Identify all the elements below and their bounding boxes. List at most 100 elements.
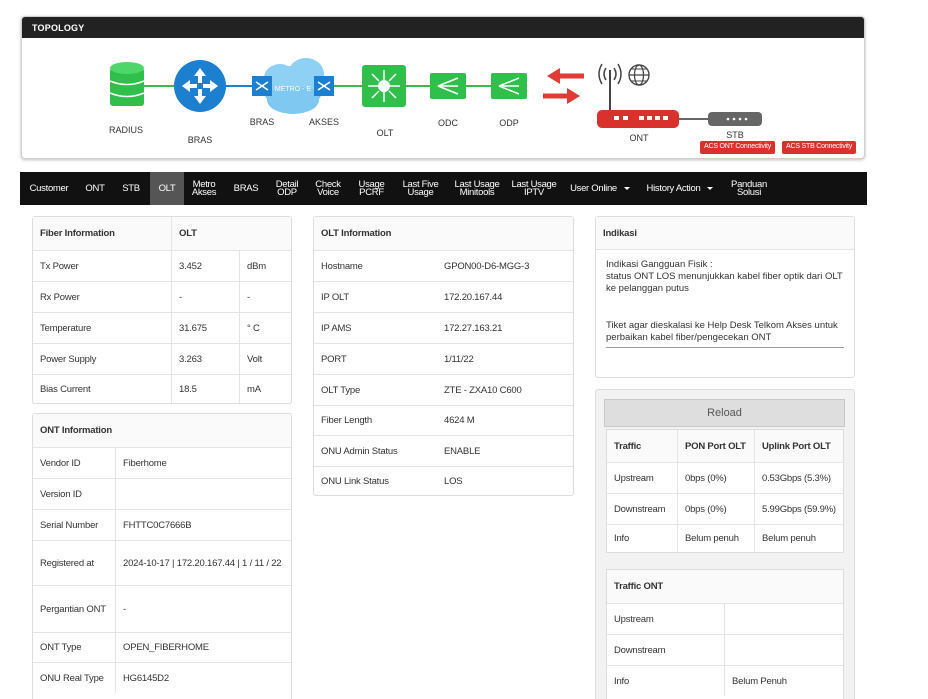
fiber-label: Power Supply xyxy=(40,353,97,365)
indikasi-header: Indikasi xyxy=(596,217,854,250)
chevron-down-icon xyxy=(623,187,630,190)
indikasi-panel: Indikasi Indikasi Gangguan Fisik : statu… xyxy=(595,216,855,378)
table-row: IP OLT 172.20.167.44 xyxy=(314,281,573,312)
olt-value: 172.20.167.44 xyxy=(444,291,503,303)
node-label-bras: BRAS xyxy=(188,135,213,145)
ont-label: ONU Real Type xyxy=(40,672,104,684)
traffic-header-uplink: Uplink Port OLT xyxy=(754,430,843,462)
table-row: IP AMS 172.27.163.21 xyxy=(314,312,573,343)
node-label-stb: STB xyxy=(726,130,744,140)
indikasi-line-3: Tiket agar dieskalasi ke Help Desk Telko… xyxy=(606,320,844,348)
olt-value: GPON00-D6-MGG-3 xyxy=(444,260,530,272)
table-row: Downstream xyxy=(607,634,843,665)
ont-label: Pergantian ONT xyxy=(40,603,106,615)
history-action-label: History Action xyxy=(646,182,701,194)
node-label-olt: OLT xyxy=(377,128,394,138)
ont-label: Vendor ID xyxy=(40,457,81,469)
table-row: Serial Number FHTTC0C7666B xyxy=(33,509,291,540)
table-row: Upstream 0bps (0%) 0.53Gbps (5.3%) xyxy=(607,462,843,493)
stb-icon xyxy=(708,112,762,126)
olt-header-label: OLT Information xyxy=(321,228,392,239)
fiber-value: 3.452 xyxy=(171,251,239,281)
indikasi-title: Indikasi xyxy=(603,227,637,239)
traffic-uplink-value: Belum penuh xyxy=(754,525,843,552)
table-row: Temperature 31.675 ° C xyxy=(33,312,291,343)
indikasi-body: Indikasi Gangguan Fisik : status ONT LOS… xyxy=(596,250,854,348)
olt-label: Fiber Length xyxy=(321,415,372,426)
ont-header-label: ONT Information xyxy=(40,425,112,436)
topology-title: TOPOLOGY xyxy=(22,17,864,38)
wifi-icon xyxy=(598,63,622,110)
traffic-ont-label: Downstream xyxy=(614,644,666,656)
table-row: Version ID xyxy=(33,478,291,509)
tab-usage-pcrf[interactable]: Usage PCRF xyxy=(350,172,393,205)
traffic-ont-value xyxy=(724,604,843,634)
traffic-ont-label: Info xyxy=(614,675,630,687)
traffic-ont-table: Traffic ONT Upstream Downstream Info Bel… xyxy=(606,569,844,699)
traffic-table-header: Traffic PON Port OLT Uplink Port OLT xyxy=(607,430,843,462)
history-action-dropdown[interactable]: History Action xyxy=(638,172,722,205)
chevron-down-icon xyxy=(707,187,714,190)
tab-last-five-usage[interactable]: Last Five Usage xyxy=(393,172,448,205)
acs-stb-connectivity-button[interactable]: ACS STB Connectivity xyxy=(782,141,857,154)
fiber-unit: ° C xyxy=(239,313,291,343)
globe-icon xyxy=(628,64,650,86)
acs-ont-connectivity-button[interactable]: ACS ONT Connectivity xyxy=(700,141,776,154)
table-row: Downstream 0bps (0%) 5.99Gbps (59.9%) xyxy=(607,493,843,524)
fiber-unit: Volt xyxy=(239,344,291,374)
tab-bras[interactable]: BRAS xyxy=(224,172,268,205)
fiber-value: 31.675 xyxy=(171,313,239,343)
traffic-ont-title: Traffic ONT xyxy=(614,581,664,592)
table-row: Hostname GPON00-D6-MGG-3 xyxy=(314,250,573,281)
olt-table-header: OLT Information xyxy=(314,217,573,250)
traffic-pon-value: Belum penuh xyxy=(677,525,754,552)
olt-value: ZTE - ZXA10 C600 xyxy=(444,384,522,396)
table-row: Bias Current 18.5 mA xyxy=(33,374,291,403)
tab-last-usage-minitools[interactable]: Last Usage Minitools xyxy=(448,172,506,205)
tab-detail-odp-line2: ODP xyxy=(277,186,297,198)
ont-label: Version ID xyxy=(40,488,82,500)
bidirectional-arrow-icon xyxy=(543,68,584,104)
tab-panduan-solusi[interactable]: Panduan Solusi xyxy=(722,172,776,205)
ont-label: Serial Number xyxy=(40,519,99,531)
fiber-header-label: Fiber Information xyxy=(40,228,115,239)
table-row: Fiber Length 4624 M xyxy=(314,405,573,435)
olt-value: 4624 M xyxy=(444,415,475,426)
fiber-value: 18.5 xyxy=(171,375,239,403)
tab-customer[interactable]: Customer xyxy=(20,172,78,205)
switch-icon xyxy=(314,76,334,96)
table-row: Rx Power - - xyxy=(33,281,291,312)
tab-usage-pcrf-line2: PCRF xyxy=(359,186,384,198)
fiber-information-panel: Fiber Information OLT Tx Power 3.452 dBm… xyxy=(32,216,292,404)
tab-last-usage-minitools-line2: Minitools xyxy=(459,186,495,198)
fiber-label: Rx Power xyxy=(40,291,80,303)
tab-last-usage-iptv[interactable]: Last Usage IPTV xyxy=(506,172,562,205)
user-online-label: User Online xyxy=(570,182,617,194)
ont-information-panel: ONT Information Vendor ID Fiberhome Vers… xyxy=(32,413,292,699)
fiber-label: Bias Current xyxy=(40,383,91,395)
table-row: Upstream xyxy=(607,603,843,634)
tab-olt[interactable]: OLT xyxy=(150,172,184,205)
user-online-dropdown[interactable]: User Online xyxy=(562,172,638,205)
olt-value: ENABLE xyxy=(444,445,481,457)
tab-metro-akses[interactable]: Metro Akses xyxy=(184,172,224,205)
ont-value: FHTTC0C7666B xyxy=(115,510,291,540)
table-row: Pergantian ONT - xyxy=(33,585,291,632)
tab-check-voice-line2: Voice xyxy=(317,186,339,198)
ont-value: HG6145D2 xyxy=(115,663,291,693)
tab-check-voice[interactable]: Check Voice xyxy=(306,172,350,205)
olt-label: ONU Link Status xyxy=(321,476,389,487)
table-row: ONT Type OPEN_FIBERHOME xyxy=(33,632,291,662)
traffic-header-traffic: Traffic xyxy=(614,440,642,452)
tab-detail-odp[interactable]: Detail ODP xyxy=(268,172,306,205)
ont-label: Registered at xyxy=(40,557,94,569)
fiber-label: Tx Power xyxy=(40,260,79,272)
tab-last-usage-iptv-line2: IPTV xyxy=(524,186,544,198)
main-nav: Customer ONT STB OLT Metro Akses BRAS De… xyxy=(20,172,867,205)
reload-button[interactable]: Reload xyxy=(604,399,845,427)
tab-stb[interactable]: STB xyxy=(112,172,150,205)
tab-ont[interactable]: ONT xyxy=(78,172,112,205)
ont-label: ONT Type xyxy=(40,642,82,653)
radius-icon xyxy=(109,62,145,106)
fiber-label: Temperature xyxy=(40,322,92,334)
